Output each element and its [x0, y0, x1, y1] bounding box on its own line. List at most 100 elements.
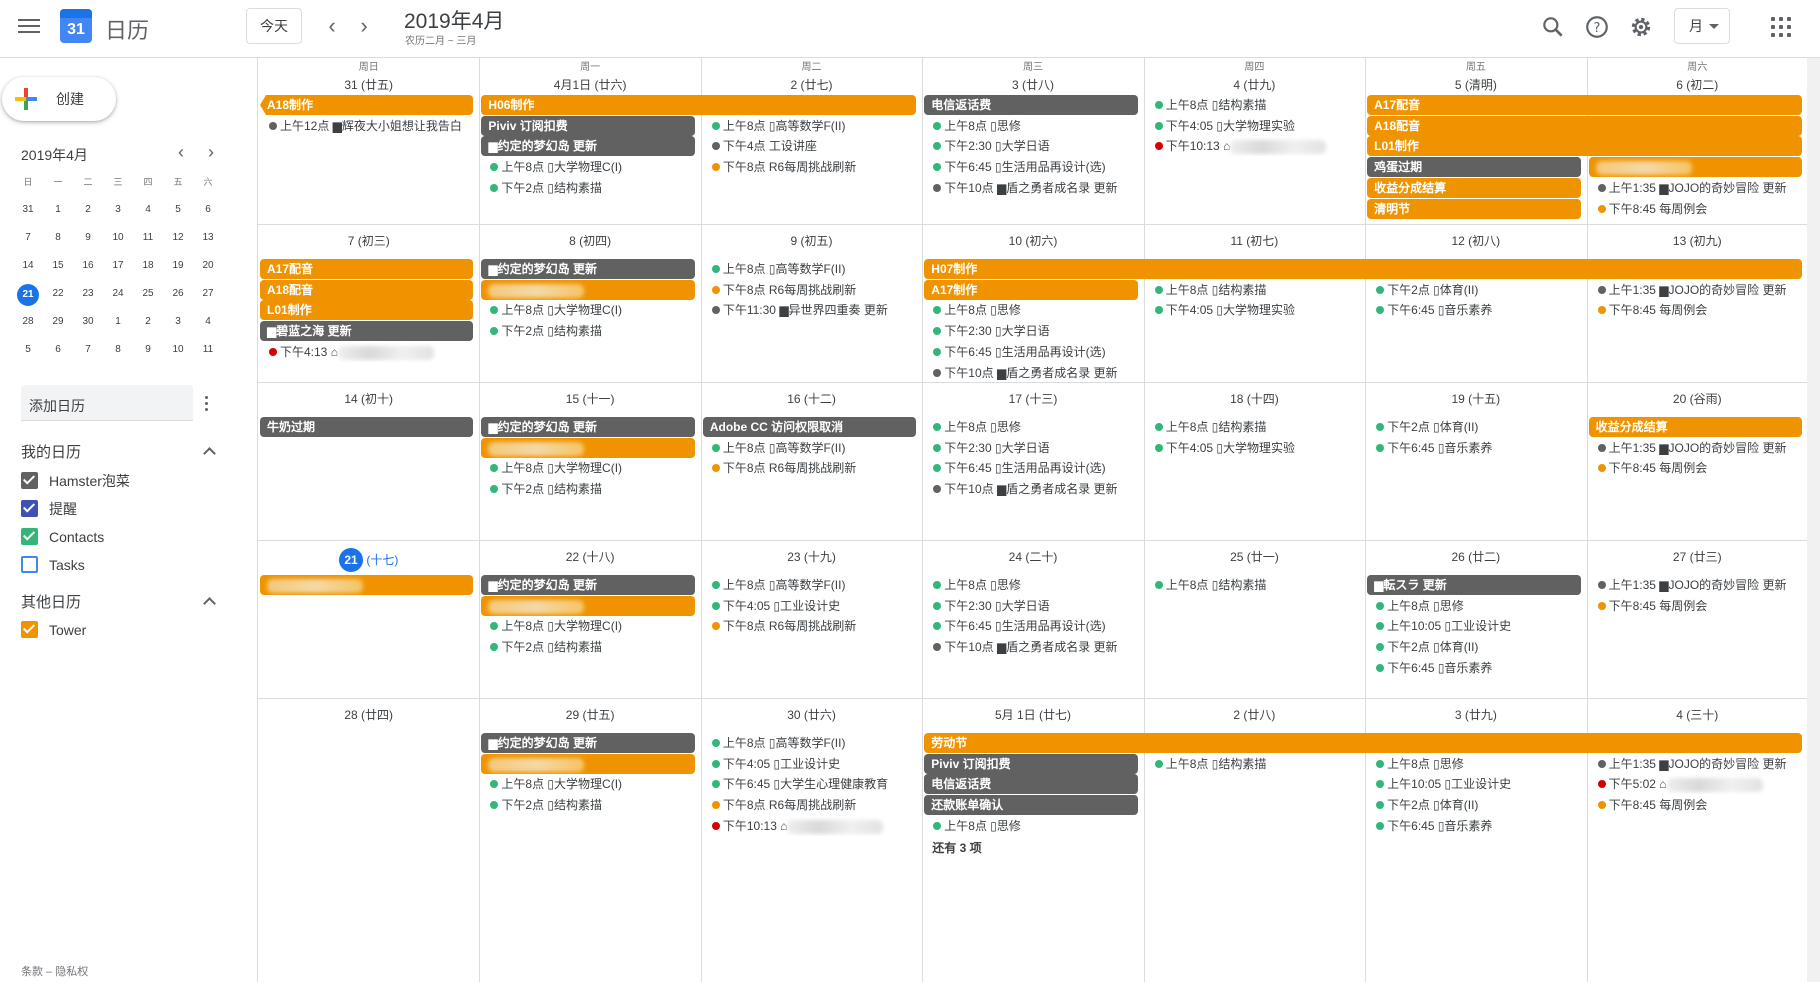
- mini-day[interactable]: 8: [43, 228, 73, 256]
- timed-event[interactable]: 下午4:05 ▯大学物理实验: [1152, 438, 1363, 458]
- timed-event[interactable]: 下午10:13 ⌂: [709, 816, 920, 836]
- day-header[interactable]: 19 (十五): [1365, 390, 1586, 408]
- mini-day[interactable]: 1: [103, 312, 133, 340]
- mini-day[interactable]: 15: [43, 256, 73, 284]
- timed-event[interactable]: 下午11:30 ▆异世界四重奏 更新: [709, 300, 920, 320]
- timed-event[interactable]: 下午8:45 每周例会: [1595, 199, 1806, 219]
- timed-event[interactable]: 下午6:45 ▯生活用品再设计(选): [930, 616, 1141, 636]
- all-day-event[interactable]: H06制作: [481, 95, 917, 115]
- timed-event[interactable]: 下午6:45 ▯音乐素养: [1373, 816, 1584, 836]
- day-header[interactable]: 周一 4月1日 (廿六): [479, 60, 700, 94]
- chevron-right-icon[interactable]: ›: [350, 12, 378, 40]
- timed-event[interactable]: 下午8点 R6每周挑战刷新: [709, 795, 920, 815]
- all-day-event[interactable]: [481, 437, 695, 458]
- more-events-link[interactable]: 还有 3 项: [932, 839, 981, 856]
- mini-day[interactable]: 19: [163, 256, 193, 284]
- collapse-icon[interactable]: [204, 596, 216, 608]
- all-day-event[interactable]: Adobe CC 访问权限取消: [702, 417, 917, 437]
- timed-event[interactable]: 下午2:30 ▯大学日语: [930, 136, 1141, 156]
- timed-event[interactable]: 下午6:45 ▯大学生心理健康教育: [709, 774, 920, 794]
- timed-event[interactable]: 上午8点 ▯大学物理C(I): [487, 616, 698, 636]
- mini-day[interactable]: 3: [103, 200, 133, 228]
- timed-event[interactable]: 上午8点 ▯高等数学F(II): [709, 438, 920, 458]
- search-icon[interactable]: [1540, 14, 1566, 40]
- other-calendars-title[interactable]: 其他日历: [21, 591, 81, 612]
- day-header[interactable]: 8 (初四): [479, 232, 700, 250]
- mini-day[interactable]: 29: [43, 312, 73, 340]
- day-header[interactable]: 21 (十七): [258, 548, 479, 572]
- timed-event[interactable]: 上午1:35 ▆JOJO的奇妙冒险 更新: [1595, 178, 1806, 198]
- all-day-event[interactable]: ▆転スラ 更新: [1367, 575, 1581, 595]
- day-header[interactable]: 7 (初三): [258, 232, 479, 250]
- view-selector[interactable]: 月: [1674, 8, 1730, 44]
- checkbox-icon[interactable]: [21, 621, 38, 638]
- timed-event[interactable]: 下午5:02 ⌂: [1595, 774, 1806, 794]
- timed-event[interactable]: 上午8点 ▯思修: [930, 575, 1141, 595]
- mini-day[interactable]: 4: [133, 200, 163, 228]
- timed-event[interactable]: 下午2:30 ▯大学日语: [930, 596, 1141, 616]
- day-header[interactable]: 5月 1日 (廿七): [922, 706, 1143, 724]
- mini-day[interactable]: 16: [73, 256, 103, 284]
- mini-day[interactable]: 23: [73, 284, 103, 312]
- day-header[interactable]: 周四 4 (廿九): [1144, 60, 1365, 94]
- timed-event[interactable]: 下午6:45 ▯音乐素养: [1373, 658, 1584, 678]
- day-header[interactable]: 20 (谷雨): [1587, 390, 1808, 408]
- my-calendars-title[interactable]: 我的日历: [21, 441, 81, 462]
- mini-day[interactable]: 2: [73, 200, 103, 228]
- day-header[interactable]: 14 (初十): [258, 390, 479, 408]
- timed-event[interactable]: 下午2点 ▯体育(II): [1373, 637, 1584, 657]
- all-day-event[interactable]: ▆约定的梦幻岛 更新: [481, 136, 695, 157]
- day-header[interactable]: 3 (廿九): [1365, 706, 1586, 724]
- day-header[interactable]: 周五 5 (清明): [1365, 60, 1586, 94]
- mini-day[interactable]: 6: [43, 340, 73, 368]
- mini-day[interactable]: 6: [193, 200, 223, 228]
- day-header[interactable]: 11 (初七): [1144, 232, 1365, 250]
- all-day-event[interactable]: A18配音: [260, 279, 474, 300]
- mini-day[interactable]: 12: [163, 228, 193, 256]
- checkbox-icon[interactable]: [21, 472, 38, 489]
- timed-event[interactable]: 上午8点 ▯高等数学F(II): [709, 259, 920, 279]
- mini-day[interactable]: 13: [193, 228, 223, 256]
- all-day-event[interactable]: 电信返话费: [924, 95, 1138, 115]
- timed-event[interactable]: 上午8点 ▯结构素描: [1152, 280, 1363, 300]
- timed-event[interactable]: 上午8点 ▯大学物理C(I): [487, 774, 698, 794]
- timed-event[interactable]: 上午1:35 ▆JOJO的奇妙冒险 更新: [1595, 280, 1806, 300]
- day-header[interactable]: 27 (廿三): [1587, 548, 1808, 566]
- timed-event[interactable]: 上午8点 ▯结构素描: [1152, 417, 1363, 437]
- day-header[interactable]: 15 (十一): [479, 390, 700, 408]
- mini-day[interactable]: 25: [133, 284, 163, 312]
- timed-event[interactable]: 下午2点 ▯体育(II): [1373, 280, 1584, 300]
- timed-event[interactable]: 下午6:45 ▯生活用品再设计(选): [930, 458, 1141, 478]
- mini-day[interactable]: 7: [13, 228, 43, 256]
- all-day-event[interactable]: 牛奶过期: [260, 417, 474, 437]
- all-day-event[interactable]: A18制作: [260, 95, 474, 115]
- timed-event[interactable]: 下午8点 R6每周挑战刷新: [709, 280, 920, 300]
- all-day-event[interactable]: 电信返话费: [924, 774, 1138, 795]
- mini-day[interactable]: 26: [163, 284, 193, 312]
- mini-day[interactable]: 7: [73, 340, 103, 368]
- day-header[interactable]: 18 (十四): [1144, 390, 1365, 408]
- day-header[interactable]: 23 (十九): [701, 548, 922, 566]
- timed-event[interactable]: 上午8点 ▯思修: [930, 417, 1141, 437]
- timed-event[interactable]: 下午8点 R6每周挑战刷新: [709, 458, 920, 478]
- day-header[interactable]: 9 (初五): [701, 232, 922, 250]
- timed-event[interactable]: 下午8点 R6每周挑战刷新: [709, 616, 920, 636]
- mini-day[interactable]: 24: [103, 284, 133, 312]
- all-day-event[interactable]: ▆约定的梦幻岛 更新: [481, 733, 695, 753]
- checkbox-icon[interactable]: [21, 528, 38, 545]
- all-day-event[interactable]: 劳动节: [924, 733, 1802, 753]
- day-header[interactable]: 周六 6 (初二): [1587, 60, 1808, 94]
- mini-day[interactable]: 9: [73, 228, 103, 256]
- timed-event[interactable]: 下午8点 R6每周挑战刷新: [709, 157, 920, 177]
- day-header[interactable]: 22 (十八): [479, 548, 700, 566]
- timed-event[interactable]: 下午10点 ▆盾之勇者成名录 更新: [930, 363, 1141, 383]
- timed-event[interactable]: 下午2点 ▯结构素描: [487, 795, 698, 815]
- timed-event[interactable]: 下午6:45 ▯生活用品再设计(选): [930, 157, 1141, 177]
- timed-event[interactable]: 上午10:05 ▯工业设计史: [1373, 616, 1584, 636]
- all-day-event[interactable]: 还款账单确认: [924, 795, 1138, 816]
- mini-day[interactable]: 21: [13, 284, 43, 312]
- more-options-icon[interactable]: [205, 396, 209, 412]
- day-header[interactable]: 13 (初九): [1587, 232, 1808, 250]
- all-day-event[interactable]: A17配音: [1367, 95, 1802, 115]
- mini-day[interactable]: 22: [43, 284, 73, 312]
